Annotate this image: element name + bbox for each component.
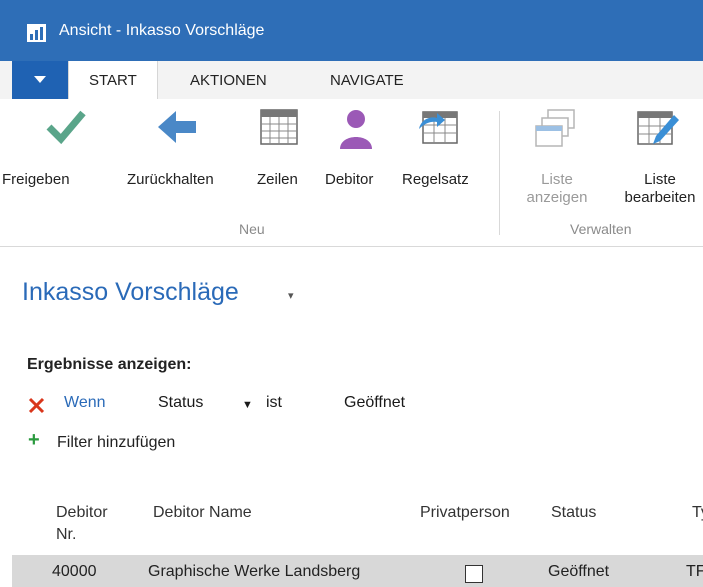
cell-debitor-nr: 40000 <box>52 563 97 580</box>
ribbon-tab-bar: START AKTIONEN NAVIGATE <box>0 61 703 99</box>
zurueckhalten-label: Zurückhalten <box>127 171 214 188</box>
privatperson-checkbox[interactable] <box>465 565 483 583</box>
caret-down-icon <box>34 76 46 83</box>
filter-field-dropdown-icon[interactable]: ▼ <box>242 399 253 411</box>
debitor-button[interactable]: Debitor <box>322 99 398 209</box>
grid-icon <box>260 109 298 145</box>
regelsatz-button[interactable]: Regelsatz <box>402 99 492 209</box>
view-list-icon <box>535 109 575 147</box>
liste-anzeigen-line1: Liste <box>541 171 573 188</box>
zeilen-button[interactable]: Zeilen <box>254 99 316 209</box>
filter-heading: Ergebnisse anzeigen: <box>27 356 192 373</box>
arrow-left-icon <box>158 111 196 143</box>
column-header-debitor-nr-line2: Nr. <box>56 526 77 543</box>
column-header-privatperson[interactable]: Privatperson <box>420 502 510 524</box>
filter-operator: ist <box>266 394 282 411</box>
liste-bearbeiten-line1: Liste <box>644 171 676 188</box>
cell-debitor-name[interactable]: Graphische Werke Landsberg <box>148 563 360 581</box>
tab-aktionen[interactable]: AKTIONEN <box>190 61 267 99</box>
ribbon-group-divider <box>499 111 500 235</box>
app-menu-button[interactable] <box>12 61 68 99</box>
person-icon <box>340 110 372 149</box>
grid-arrow-icon <box>419 111 458 144</box>
liste-bearbeiten-line2: bearbeiten <box>624 189 696 206</box>
liste-bearbeiten-button[interactable]: Liste bearbeiten <box>610 99 703 214</box>
edit-list-icon <box>637 111 679 145</box>
column-header-status[interactable]: Status <box>551 502 596 524</box>
freigeben-label: Freigeben <box>2 171 70 188</box>
tab-navigate[interactable]: NAVIGATE <box>330 61 404 99</box>
zeilen-label: Zeilen <box>257 171 298 188</box>
add-filter-label: Filter hinzufügen <box>57 434 176 451</box>
debitor-label: Debitor <box>325 171 374 188</box>
liste-anzeigen-line2: anzeigen <box>526 189 588 206</box>
liste-anzeigen-button[interactable]: Liste anzeigen <box>514 99 600 214</box>
filter-value[interactable]: Geöffnet <box>344 394 405 412</box>
filter-keyword: Wenn <box>64 394 106 411</box>
freigeben-button[interactable]: Freigeben <box>0 99 124 209</box>
zurueckhalten-button[interactable]: Zurückhalten <box>124 99 244 209</box>
cell-typ: TF <box>686 563 703 580</box>
column-header-debitor-nr-line1: Debitor <box>56 504 108 521</box>
filter-field[interactable]: Status <box>158 394 203 412</box>
group-label-verwalten: Verwalten <box>570 221 632 237</box>
checkmark-icon <box>46 110 86 145</box>
liste-anzeigen-label: Liste anzeigen <box>514 171 600 207</box>
remove-filter-icon[interactable] <box>28 394 45 416</box>
app-logo-icon <box>27 24 46 42</box>
column-header-typ[interactable]: Ty <box>692 502 703 524</box>
window-title: Ansicht - Inkasso Vorschläge <box>59 22 265 39</box>
title-bar: Ansicht - Inkasso Vorschläge <box>0 0 703 61</box>
chevron-down-icon[interactable]: ▾ <box>288 289 294 302</box>
column-header-debitor-name[interactable]: Debitor Name <box>153 502 252 524</box>
ribbon: Freigeben Zurückhalten Zeilen Debitor Re… <box>0 99 703 247</box>
group-label-neu: Neu <box>239 221 265 237</box>
page-title[interactable]: Inkasso Vorschläge <box>22 278 239 307</box>
liste-bearbeiten-label: Liste bearbeiten <box>610 171 703 207</box>
tab-start[interactable]: START <box>68 61 158 99</box>
regelsatz-label: Regelsatz <box>402 171 469 188</box>
column-header-debitor-nr[interactable]: Debitor Nr. <box>56 502 108 546</box>
cell-status: Geöffnet <box>548 563 610 580</box>
plus-icon: + <box>28 429 40 451</box>
